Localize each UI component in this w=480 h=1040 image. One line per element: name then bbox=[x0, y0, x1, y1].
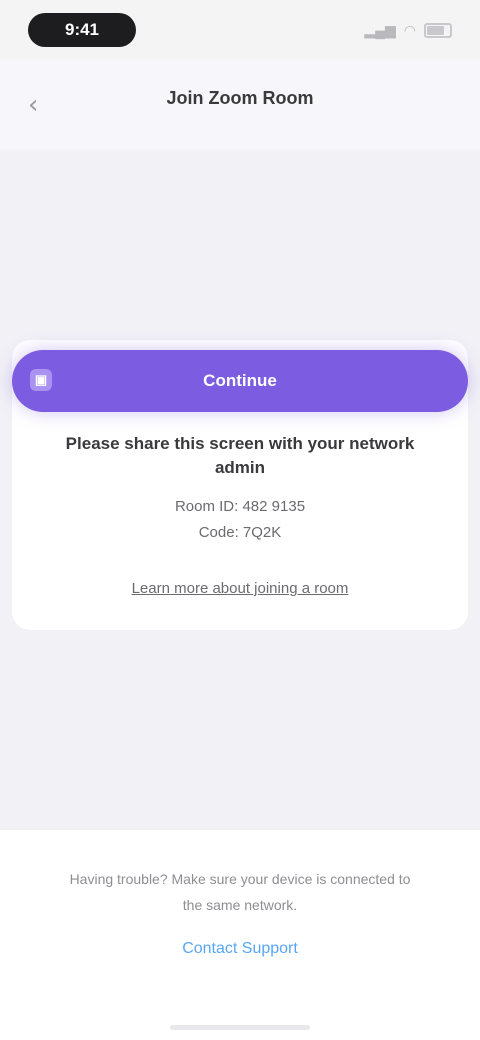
back-button[interactable]: ‹ bbox=[28, 90, 38, 120]
contact-support-link[interactable]: Contact Support bbox=[182, 940, 298, 958]
signal-icon: ▂▄▆ bbox=[364, 21, 396, 38]
join-card: ▣ Continue Please share this screen with… bbox=[12, 340, 468, 630]
battery-icon bbox=[424, 22, 452, 38]
status-icons: ▂▄▆ ◠ bbox=[364, 22, 452, 39]
card-subtext-line1: Room ID: 482 9135 bbox=[174, 498, 306, 515]
footer: Having trouble? Make sure your device is… bbox=[0, 830, 480, 1040]
card-subtext: Room ID: 482 9135 Code: 7Q2K bbox=[42, 494, 438, 546]
continue-button[interactable]: ▣ Continue bbox=[12, 350, 468, 412]
app-screen: 9:41 ▂▄▆ ◠ ‹ Join Zoom Room ▣ Continue P… bbox=[0, 0, 480, 1040]
room-icon: ▣ bbox=[30, 369, 52, 391]
footer-text: Having trouble? Make sure your device is… bbox=[69, 871, 411, 913]
home-indicator bbox=[170, 1025, 310, 1030]
card-text: Please share this screen with your netwo… bbox=[42, 432, 438, 598]
card-subtext-line2: Code: 7Q2K bbox=[198, 524, 282, 541]
navigation-bar: ‹ Join Zoom Room bbox=[0, 60, 480, 150]
wifi-icon: ◠ bbox=[403, 21, 416, 38]
card-headline: Please share this screen with your netwo… bbox=[65, 434, 415, 477]
learn-more-link[interactable]: Learn more about joining a room bbox=[132, 580, 349, 597]
page-title: Join Zoom Room bbox=[166, 87, 314, 108]
continue-button-label: Continue bbox=[203, 371, 277, 390]
status-bar: 9:41 ▂▄▆ ◠ bbox=[0, 0, 480, 60]
status-time: 9:41 bbox=[28, 13, 136, 47]
